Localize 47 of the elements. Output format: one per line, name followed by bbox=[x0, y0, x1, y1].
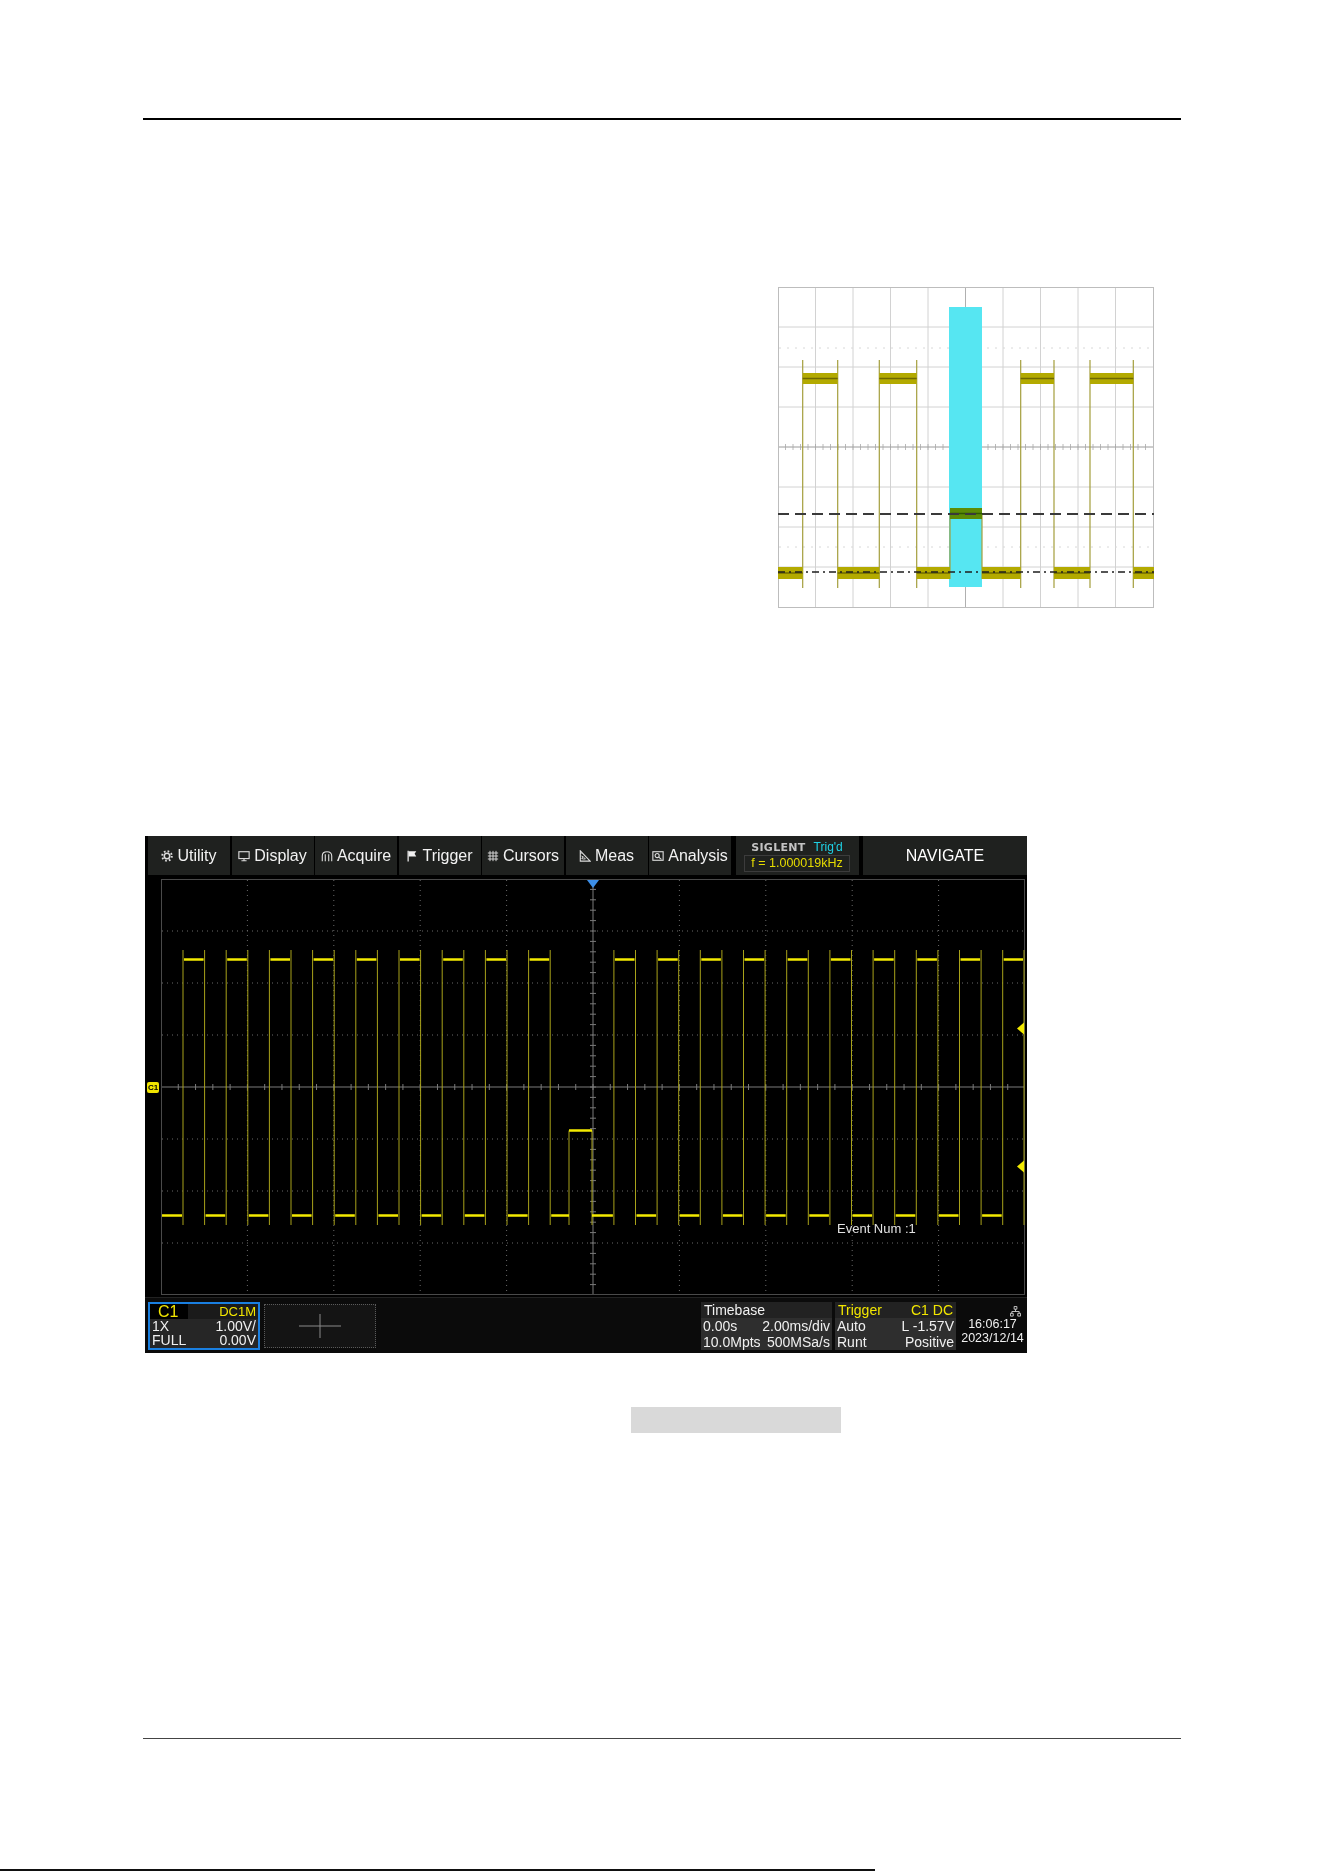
setting-value: 1.00V/ bbox=[215, 1318, 256, 1333]
navigate-button[interactable]: NAVIGATE bbox=[863, 836, 1027, 875]
setting-value: Positive bbox=[904, 1333, 954, 1350]
menu-button[interactable]: Display bbox=[231, 836, 314, 875]
menu-button[interactable]: Trigger bbox=[398, 836, 481, 875]
trigger-position-icon[interactable] bbox=[587, 880, 599, 888]
timebase-panel[interactable]: Timebase 0.00s 2.00ms/div 10.0Mpts 500MSa/s bbox=[701, 1301, 832, 1350]
arch-icon bbox=[320, 849, 333, 862]
menu-button[interactable]: Analysis bbox=[649, 836, 731, 875]
setting-label: 10.0Mpts bbox=[703, 1333, 761, 1350]
setting-value: L -1.57V bbox=[901, 1317, 954, 1334]
setting-label: Runt bbox=[837, 1333, 867, 1350]
trigger-panel[interactable]: Trigger C1 DC Auto L -1.57V Runt Positive bbox=[835, 1301, 956, 1350]
menu-button[interactable]: Utility bbox=[148, 836, 230, 875]
panel-title: Timebase bbox=[704, 1301, 765, 1318]
panel-title: Trigger bbox=[838, 1301, 882, 1318]
channel-panel[interactable]: C1 DC1M 1X 1.00V/ FULL 0.00V bbox=[148, 1301, 260, 1350]
menu-button[interactable]: Acquire bbox=[315, 836, 397, 875]
flag-icon bbox=[406, 849, 419, 862]
level-marker-icon[interactable] bbox=[1017, 1022, 1024, 1035]
menu-button[interactable]: Cursors bbox=[482, 836, 564, 875]
trigger-status: Trig'd bbox=[813, 839, 843, 854]
hash-icon bbox=[487, 849, 499, 862]
channel-slot[interactable] bbox=[264, 1303, 376, 1348]
setting-value: 2.00ms/div bbox=[762, 1317, 830, 1334]
setting-label: FULL bbox=[152, 1333, 187, 1348]
setting-value: 500MSa/s bbox=[766, 1333, 830, 1350]
level-marker-icon[interactable] bbox=[1017, 1160, 1024, 1173]
monitor-icon bbox=[238, 849, 251, 862]
channel-name: C1 bbox=[150, 1303, 189, 1319]
gear-icon bbox=[161, 849, 174, 862]
coupling-value: DC1M bbox=[219, 1303, 257, 1319]
trigger-source: C1 DC bbox=[911, 1301, 953, 1318]
clock-time: 16:06:17 bbox=[968, 1317, 1017, 1331]
network-icon bbox=[1010, 1306, 1021, 1317]
frequency-readout: f = 1.000019kHz bbox=[744, 854, 850, 872]
setting-label: Auto bbox=[837, 1317, 866, 1334]
plus-icon bbox=[299, 1313, 341, 1338]
setting-label: 0.00s bbox=[703, 1317, 738, 1334]
channel-marker[interactable]: C1 bbox=[146, 1082, 160, 1093]
magnifier-icon bbox=[652, 849, 665, 862]
setting-label: 1X bbox=[152, 1318, 170, 1333]
event-counter: Event Num :1 bbox=[837, 1221, 916, 1236]
setting-value: 0.00V bbox=[219, 1333, 256, 1348]
brand-logo: SIGLENT bbox=[751, 840, 806, 854]
clock-date: 2023/12/14 bbox=[961, 1331, 1024, 1345]
menu-button[interactable]: Meas bbox=[565, 836, 648, 875]
